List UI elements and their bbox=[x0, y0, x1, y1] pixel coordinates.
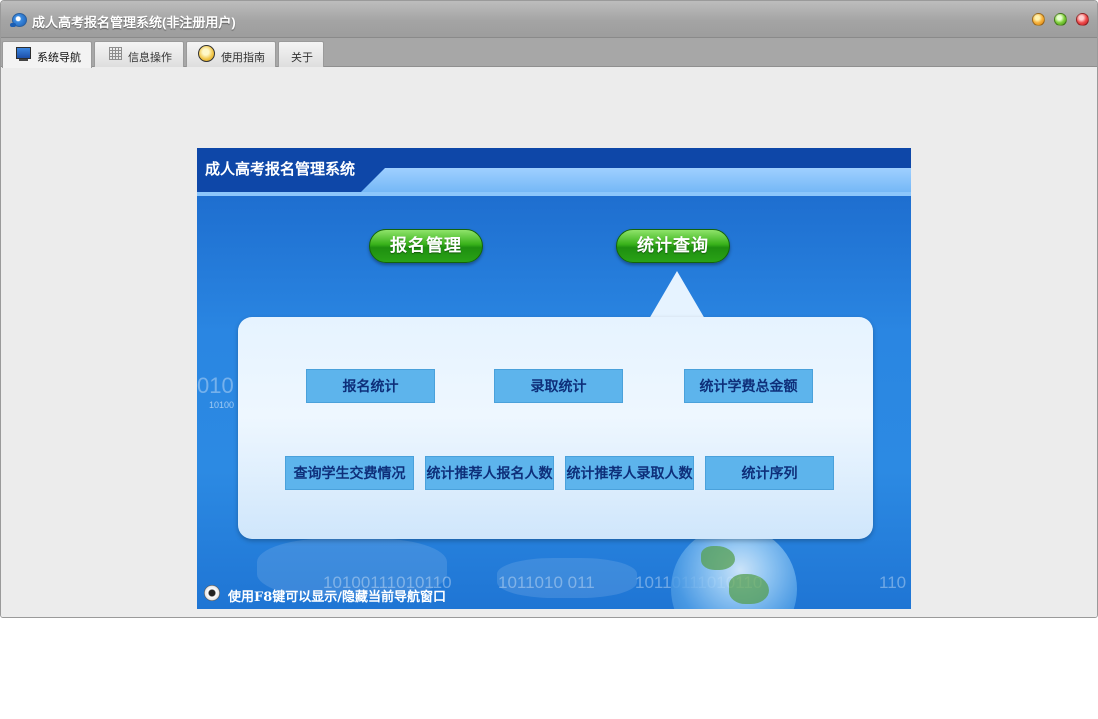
tab-about[interactable]: 关于 bbox=[278, 41, 324, 67]
tab-user-guide[interactable]: 使用指南 bbox=[186, 41, 276, 67]
registration-stats-button[interactable]: 报名统计 bbox=[306, 369, 435, 403]
footer-hint-text: 使用F8键可以显示/隐藏当前导航窗口 bbox=[228, 590, 447, 605]
tab-system-navigation[interactable]: 系统导航 bbox=[2, 41, 92, 68]
tab-info-operations[interactable]: 信息操作 bbox=[94, 41, 184, 67]
monitor-icon bbox=[16, 47, 31, 61]
binary-decoration: 010 bbox=[197, 373, 234, 398]
minimize-icon[interactable] bbox=[1032, 13, 1045, 26]
banner-title: 成人高考报名管理系统 bbox=[205, 161, 356, 178]
tab-label: 使用指南 bbox=[221, 52, 265, 64]
binary-decoration: 1011010 011 bbox=[498, 573, 595, 592]
admission-stats-button[interactable]: 录取统计 bbox=[494, 369, 623, 403]
maximize-icon[interactable] bbox=[1054, 13, 1067, 26]
total-tuition-stats-button[interactable]: 统计学费总金额 bbox=[684, 369, 813, 403]
app-logo-icon-tail bbox=[10, 23, 16, 27]
info-bullet-icon bbox=[204, 585, 220, 601]
close-icon[interactable] bbox=[1076, 13, 1089, 26]
statistics-query-button[interactable]: 统计查询 bbox=[616, 229, 730, 263]
title-bar[interactable]: 成人高考报名管理系统(非注册用户) bbox=[1, 1, 1097, 38]
referrer-admission-count-button[interactable]: 统计推荐人录取人数 bbox=[565, 456, 694, 490]
callout-pointer bbox=[649, 271, 705, 319]
student-payment-query-button[interactable]: 查询学生交费情况 bbox=[285, 456, 414, 490]
statistics-submenu-panel: 报名统计 录取统计 统计学费总金额 查询学生交费情况 统计推荐人报名人数 统计推… bbox=[238, 317, 873, 539]
window-title: 成人高考报名管理系统(非注册用户) bbox=[32, 15, 236, 30]
tab-label: 系统导航 bbox=[37, 52, 81, 64]
tab-bar: 系统导航 信息操作 使用指南 关于 bbox=[1, 38, 1097, 68]
grid-icon bbox=[109, 47, 122, 60]
tab-label: 关于 bbox=[291, 52, 313, 64]
globe-land bbox=[701, 546, 735, 570]
banner-header-band bbox=[197, 192, 911, 196]
binary-decoration: 10100 bbox=[209, 400, 235, 410]
tab-label: 信息操作 bbox=[128, 52, 172, 64]
binary-decoration: 110 bbox=[879, 573, 907, 592]
help-icon bbox=[198, 45, 215, 62]
registration-management-button[interactable]: 报名管理 bbox=[369, 229, 483, 263]
app-window: 成人高考报名管理系统(非注册用户) 系统导航 信息操作 使用指南 关于 010 … bbox=[0, 0, 1098, 618]
banner-header: 成人高考报名管理系统 bbox=[197, 148, 911, 196]
referrer-registration-count-button[interactable]: 统计推荐人报名人数 bbox=[425, 456, 554, 490]
stats-sequence-button[interactable]: 统计序列 bbox=[705, 456, 834, 490]
globe-land bbox=[729, 574, 769, 604]
content-area: 010 10100 1010011101011​0 1011010 011 10… bbox=[1, 68, 1097, 617]
navigation-banner: 010 10100 1010011101011​0 1011010 011 10… bbox=[197, 148, 911, 609]
